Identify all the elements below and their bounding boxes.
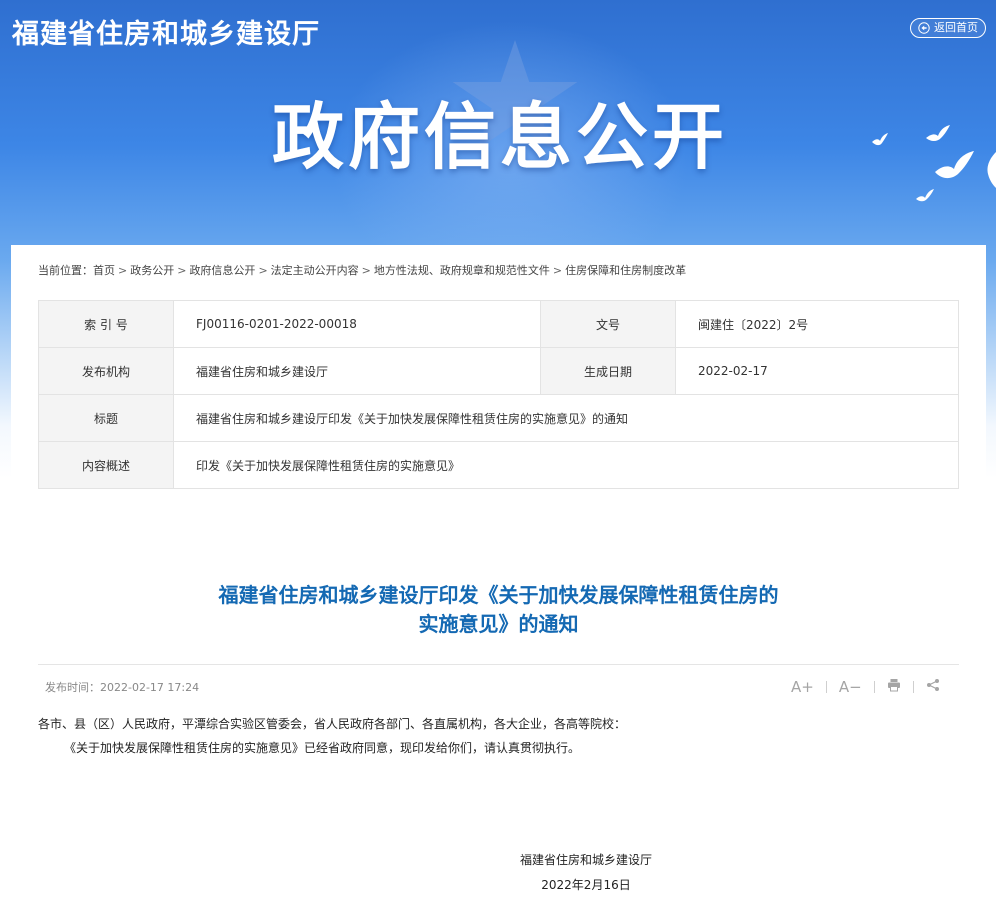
toolbar-separator bbox=[912, 681, 914, 693]
breadcrumb-separator: > bbox=[361, 264, 371, 277]
title-value: 福建省住房和城乡建设厅印发《关于加快发展保障性租赁住房的实施意见》的通知 bbox=[173, 394, 959, 442]
breadcrumb-link-home[interactable]: 首页 bbox=[93, 264, 115, 277]
body-paragraph: 《关于加快发展保障性租赁住房的实施意见》已经省政府同意，现印发给你们，请认真贯彻… bbox=[64, 741, 581, 755]
dove-icon bbox=[926, 125, 950, 141]
index-label: 索 引 号 bbox=[38, 300, 174, 348]
table-row: 内容概述 印发《关于加快发展保障性租赁住房的实施意见》 bbox=[38, 441, 959, 489]
document-meta-table: 索 引 号 FJ00116-0201-2022-00018 文号 闽建住〔202… bbox=[38, 300, 959, 489]
issuer-label: 发布机构 bbox=[38, 347, 174, 395]
breadcrumb-separator: > bbox=[177, 264, 187, 277]
date-label: 生成日期 bbox=[540, 347, 676, 395]
breadcrumb-separator: > bbox=[552, 264, 563, 277]
print-button[interactable] bbox=[887, 678, 901, 696]
font-decrease-button[interactable]: A− bbox=[839, 678, 862, 696]
signature: 福建省住房和城乡建设厅 bbox=[519, 853, 652, 867]
document-title-line1: 福建省住房和城乡建设厅印发《关于加快发展保障性租赁住房的 bbox=[218, 583, 779, 607]
banner-title: 政府信息公开 bbox=[271, 95, 728, 179]
date-value: 2022-02-17 bbox=[675, 347, 959, 395]
share-icon bbox=[926, 679, 939, 691]
summary-label: 内容概述 bbox=[38, 441, 174, 489]
breadcrumb: 当前位置：首页 > 政务公开 > 政府信息公开 > 法定主动公开内容 > 地方性法规、政府规章和… bbox=[38, 262, 686, 278]
toolbar-separator bbox=[825, 681, 827, 693]
table-row: 索 引 号 FJ00116-0201-2022-00018 文号 闽建住〔202… bbox=[38, 300, 959, 348]
breadcrumb-separator: > bbox=[258, 264, 268, 277]
breadcrumb-link-affairs[interactable]: 政务公开 bbox=[130, 264, 174, 277]
signature-date: 2022年2月16日 bbox=[541, 878, 631, 892]
document-title-line2: 实施意见》的通知 bbox=[418, 612, 579, 636]
breadcrumb-link-statutory[interactable]: 法定主动公开内容 bbox=[271, 264, 359, 277]
content-panel: 当前位置：首页 > 政务公开 > 政府信息公开 > 法定主动公开内容 > 地方性法规、政府规章和… bbox=[11, 245, 986, 902]
dove-icon bbox=[987, 152, 996, 188]
dove-icon bbox=[872, 133, 888, 146]
salutation: 各市、县（区）人民政府，平潭综合实验区管委会，省人民政府各部门、各直属机构，各大… bbox=[38, 717, 627, 731]
breadcrumb-link-info-disclosure[interactable]: 政府信息公开 bbox=[189, 264, 255, 277]
dove-icon bbox=[935, 151, 974, 179]
dove-icon bbox=[916, 189, 934, 202]
breadcrumb-link-housing[interactable]: 住房保障和住房制度改革 bbox=[565, 264, 686, 277]
document-title: 福建省住房和城乡建设厅印发《关于加快发展保障性租赁住房的 实施意见》的通知 bbox=[11, 581, 986, 639]
return-home-label: 返回首页 bbox=[934, 21, 978, 34]
share-button[interactable] bbox=[926, 678, 940, 696]
return-home-icon bbox=[918, 22, 930, 34]
font-increase-button[interactable]: A+ bbox=[791, 678, 814, 696]
publish-time: 发布时间：2022-02-17 17:24 bbox=[45, 681, 200, 694]
article-body: 各市、县（区）人民政府，平潭综合实验区管委会，省人民政府各部门、各直属机构，各大… bbox=[38, 715, 959, 763]
breadcrumb-separator: > bbox=[118, 264, 128, 277]
toolbar-separator bbox=[873, 681, 875, 693]
table-row: 标题 福建省住房和城乡建设厅印发《关于加快发展保障性租赁住房的实施意见》的通知 bbox=[38, 394, 959, 442]
print-icon bbox=[887, 679, 900, 692]
site-title: 福建省住房和城乡建设厅 bbox=[12, 19, 320, 50]
issuer-value: 福建省住房和城乡建设厅 bbox=[173, 347, 541, 395]
docno-value: 闽建住〔2022〕2号 bbox=[675, 300, 959, 348]
breadcrumb-link-regulations[interactable]: 地方性法规、政府规章和规范性文件 bbox=[374, 264, 550, 277]
article-toolbar: A+ A− bbox=[791, 677, 940, 697]
breadcrumb-prefix: 当前位置： bbox=[38, 264, 93, 277]
return-home-button[interactable]: 返回首页 bbox=[910, 18, 986, 38]
title-label: 标题 bbox=[38, 394, 174, 442]
docno-label: 文号 bbox=[540, 300, 676, 348]
table-row: 发布机构 福建省住房和城乡建设厅 生成日期 2022-02-17 bbox=[38, 347, 959, 395]
summary-value: 印发《关于加快发展保障性租赁住房的实施意见》 bbox=[173, 441, 959, 489]
divider bbox=[38, 664, 959, 665]
index-value: FJ00116-0201-2022-00018 bbox=[173, 300, 541, 348]
